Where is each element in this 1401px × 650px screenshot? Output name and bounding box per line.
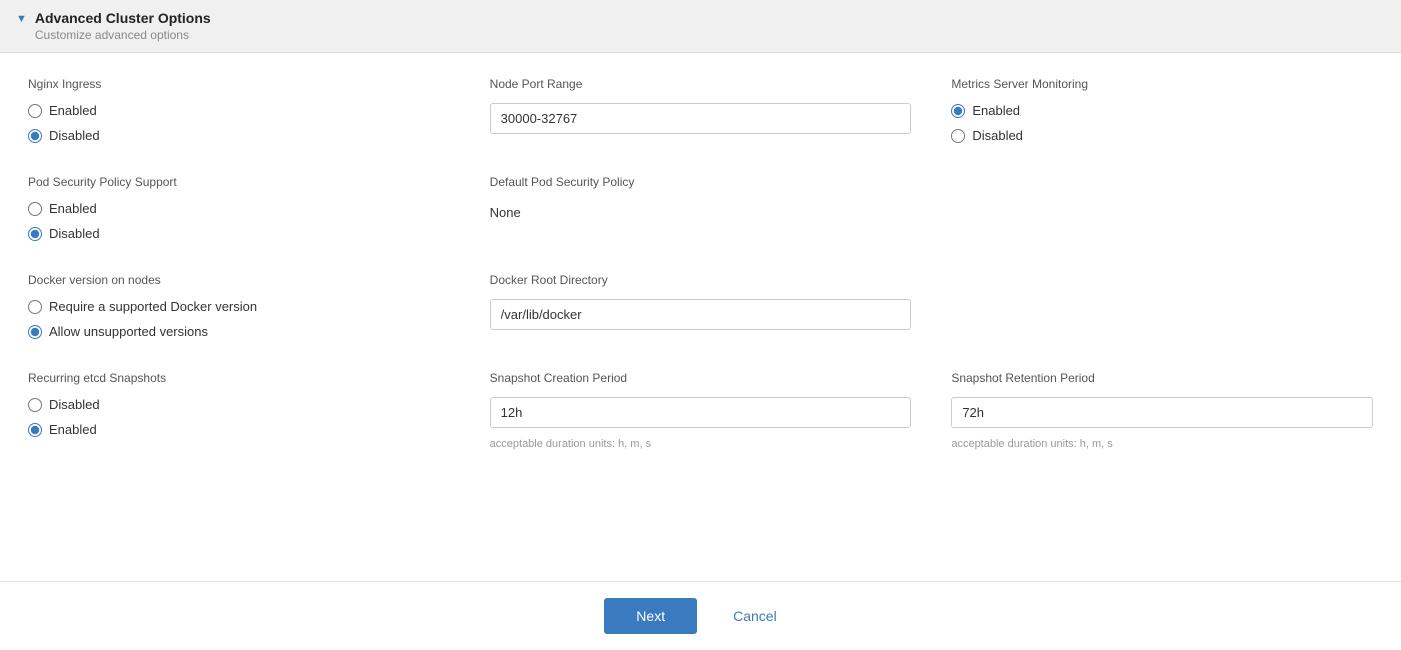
docker-root-group: Docker Root Directory — [490, 273, 912, 343]
nginx-enabled-input[interactable] — [28, 104, 42, 118]
docker-root-label: Docker Root Directory — [490, 273, 912, 287]
snapshot-retention-hint: acceptable duration units: h, m, s — [951, 438, 1373, 450]
recurring-etcd-label: Recurring etcd Snapshots — [28, 371, 450, 385]
node-port-range-input[interactable] — [490, 103, 912, 134]
docker-supported-label: Require a supported Docker version — [49, 299, 257, 314]
panel-content: Nginx Ingress Enabled Disabled Node Port… — [0, 53, 1401, 581]
metrics-enabled-label: Enabled — [972, 103, 1020, 118]
docker-unsupported-input[interactable] — [28, 325, 42, 339]
psp-enabled-radio[interactable]: Enabled — [28, 201, 450, 216]
cancel-button[interactable]: Cancel — [713, 598, 797, 634]
default-pod-security-value: None — [490, 201, 912, 224]
etcd-disabled-radio[interactable]: Disabled — [28, 397, 450, 412]
snapshot-creation-group: Snapshot Creation Period acceptable dura… — [490, 371, 912, 450]
snapshot-retention-input[interactable] — [951, 397, 1373, 428]
metrics-enabled-radio[interactable]: Enabled — [951, 103, 1373, 118]
nginx-disabled-label: Disabled — [49, 128, 100, 143]
panel-subtitle: Customize advanced options — [35, 28, 211, 42]
next-button[interactable]: Next — [604, 598, 697, 634]
panel-header: ▼ Advanced Cluster Options Customize adv… — [0, 0, 1401, 53]
snapshot-retention-label: Snapshot Retention Period — [951, 371, 1373, 385]
snapshot-creation-label: Snapshot Creation Period — [490, 371, 912, 385]
psp-enabled-label: Enabled — [49, 201, 97, 216]
nginx-disabled-input[interactable] — [28, 129, 42, 143]
etcd-disabled-input[interactable] — [28, 398, 42, 412]
metrics-disabled-radio[interactable]: Disabled — [951, 128, 1373, 143]
docker-unsupported-label: Allow unsupported versions — [49, 324, 208, 339]
panel-title: Advanced Cluster Options — [35, 10, 211, 26]
nginx-ingress-label: Nginx Ingress — [28, 77, 450, 91]
row-4: Recurring etcd Snapshots Disabled Enable… — [28, 371, 1373, 450]
etcd-enabled-input[interactable] — [28, 423, 42, 437]
metrics-enabled-input[interactable] — [951, 104, 965, 118]
node-port-range-label: Node Port Range — [490, 77, 912, 91]
default-pod-security-group: Default Pod Security Policy None — [490, 175, 912, 245]
metrics-disabled-label: Disabled — [972, 128, 1023, 143]
etcd-disabled-label: Disabled — [49, 397, 100, 412]
metrics-disabled-input[interactable] — [951, 129, 965, 143]
psp-disabled-input[interactable] — [28, 227, 42, 241]
psp-disabled-radio[interactable]: Disabled — [28, 226, 450, 241]
nginx-enabled-radio[interactable]: Enabled — [28, 103, 450, 118]
etcd-enabled-radio[interactable]: Enabled — [28, 422, 450, 437]
row-2: Pod Security Policy Support Enabled Disa… — [28, 175, 1373, 245]
metrics-server-group: Metrics Server Monitoring Enabled Disabl… — [951, 77, 1373, 147]
etcd-enabled-label: Enabled — [49, 422, 97, 437]
row-1: Nginx Ingress Enabled Disabled Node Port… — [28, 77, 1373, 147]
nginx-disabled-radio[interactable]: Disabled — [28, 128, 450, 143]
psp-enabled-input[interactable] — [28, 202, 42, 216]
docker-version-group: Docker version on nodes Require a suppor… — [28, 273, 450, 343]
chevron-icon: ▼ — [16, 13, 27, 25]
panel-header-text: Advanced Cluster Options Customize advan… — [35, 10, 211, 42]
snapshot-creation-hint: acceptable duration units: h, m, s — [490, 438, 912, 450]
node-port-range-group: Node Port Range — [490, 77, 912, 147]
docker-supported-radio[interactable]: Require a supported Docker version — [28, 299, 450, 314]
pod-security-policy-group: Pod Security Policy Support Enabled Disa… — [28, 175, 450, 245]
docker-supported-input[interactable] — [28, 300, 42, 314]
pod-security-policy-label: Pod Security Policy Support — [28, 175, 450, 189]
page-container: ▼ Advanced Cluster Options Customize adv… — [0, 0, 1401, 650]
docker-root-input[interactable] — [490, 299, 912, 330]
default-pod-security-label: Default Pod Security Policy — [490, 175, 912, 189]
docker-version-label: Docker version on nodes — [28, 273, 450, 287]
recurring-etcd-group: Recurring etcd Snapshots Disabled Enable… — [28, 371, 450, 450]
snapshot-creation-input[interactable] — [490, 397, 912, 428]
empty-col-2 — [951, 273, 1373, 343]
nginx-enabled-label: Enabled — [49, 103, 97, 118]
footer: Next Cancel — [0, 581, 1401, 650]
row-3: Docker version on nodes Require a suppor… — [28, 273, 1373, 343]
snapshot-retention-group: Snapshot Retention Period acceptable dur… — [951, 371, 1373, 450]
metrics-server-label: Metrics Server Monitoring — [951, 77, 1373, 91]
docker-unsupported-radio[interactable]: Allow unsupported versions — [28, 324, 450, 339]
nginx-ingress-group: Nginx Ingress Enabled Disabled — [28, 77, 450, 147]
psp-disabled-label: Disabled — [49, 226, 100, 241]
empty-col-1 — [951, 175, 1373, 245]
